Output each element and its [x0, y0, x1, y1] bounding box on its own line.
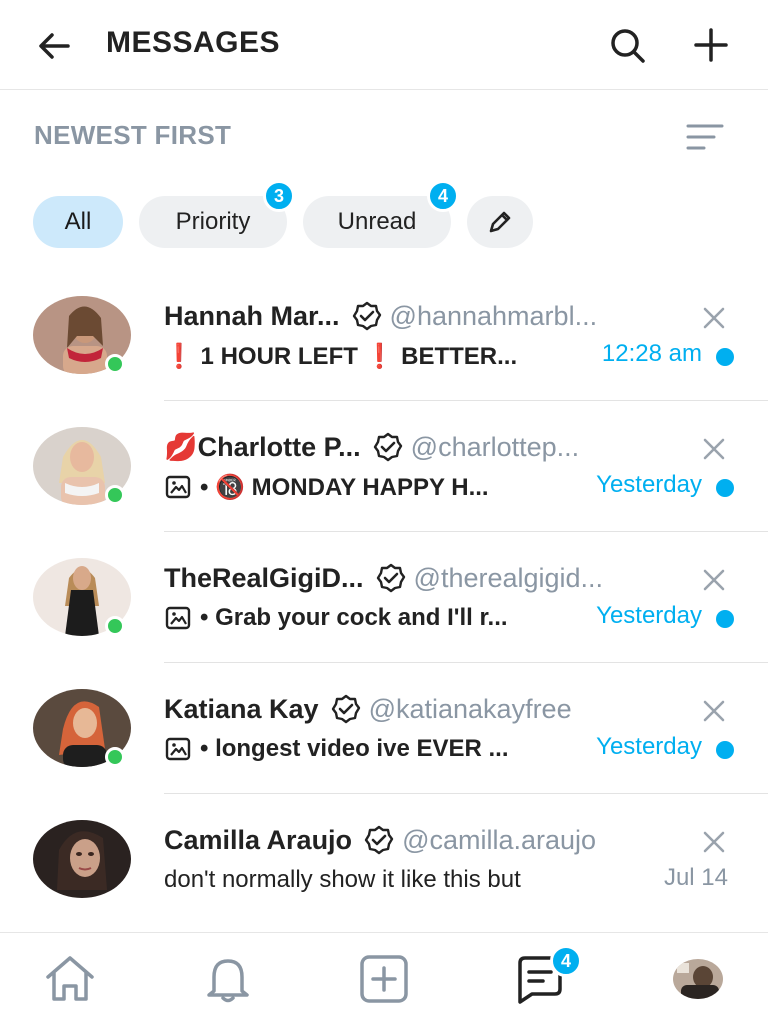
bell-icon[interactable] — [200, 953, 256, 1005]
message-preview: • 🔞 MONDAY HAPPY H... — [164, 471, 489, 503]
close-icon[interactable] — [700, 566, 728, 594]
unread-dot — [716, 479, 734, 497]
message-preview: don't normally show it like this but — [164, 864, 521, 896]
message-time: Yesterday — [596, 733, 702, 760]
contact-handle: @therealgigid... — [413, 562, 604, 593]
messages-tab[interactable]: 4 — [512, 945, 582, 1005]
message-preview: ❗ 1 HOUR LEFT ❗ BETTER... — [164, 340, 517, 372]
contact-name[interactable]: 💋Charlotte P... — [164, 431, 361, 463]
verified-badge-icon — [352, 301, 381, 331]
close-icon[interactable] — [700, 304, 728, 332]
messages-badge: 4 — [550, 945, 582, 977]
home-icon[interactable] — [42, 953, 98, 1005]
sort-label[interactable]: NEWEST FIRST — [34, 120, 231, 151]
edit-filters-button[interactable] — [467, 196, 533, 248]
message-time: 12:28 am — [601, 340, 702, 367]
message-preview: • longest video ive EVER ... — [164, 733, 508, 765]
close-icon[interactable] — [700, 435, 728, 463]
plus-icon[interactable] — [690, 24, 732, 66]
message-text: • longest video ive EVER ... — [200, 735, 509, 762]
conversation-row[interactable]: TheRealGigiD... @therealgigid... • Grab … — [0, 532, 768, 663]
filter-chips: All Priority 3 Unread 4 — [0, 180, 768, 254]
verified-badge-icon — [376, 563, 405, 593]
contact-handle: @katianakayfree — [368, 693, 572, 724]
contact-name[interactable]: TheRealGigiD... — [164, 563, 364, 594]
filter-chip-unread[interactable]: Unread 4 — [303, 180, 459, 248]
online-status-dot — [105, 485, 125, 505]
bottom-tab-bar: 4 — [0, 932, 768, 1024]
sort-bar: NEWEST FIRST — [0, 100, 768, 170]
verified-badge-icon — [373, 432, 402, 462]
verified-badge-icon — [364, 825, 394, 855]
message-text: ❗ 1 HOUR LEFT ❗ BETTER... — [164, 342, 518, 370]
message-text: • Grab your cock and I'll r... — [200, 604, 508, 631]
conversation-row[interactable]: 💋Charlotte P... @charlottep... • 🔞 MONDA… — [0, 401, 768, 532]
close-icon[interactable] — [700, 697, 728, 725]
contact-handle: @hannahmarbl... — [389, 300, 598, 331]
chip-label: Unread — [337, 208, 417, 235]
conversation-row[interactable]: Katiana Kay @katianakayfree • longest vi… — [0, 663, 768, 794]
pencil-icon — [489, 211, 511, 233]
page-title: MESSAGES — [106, 26, 281, 59]
avatar[interactable] — [33, 820, 131, 898]
message-time: Jul 14 — [663, 864, 728, 891]
contact-handle: @charlottep... — [410, 431, 580, 462]
filter-chip-all[interactable]: All — [33, 196, 123, 248]
count-badge: 3 — [263, 180, 295, 212]
add-post-icon[interactable] — [356, 953, 412, 1005]
contact-handle: @camilla.araujo — [402, 824, 597, 855]
chip-label: All — [64, 208, 92, 235]
image-icon — [165, 475, 191, 499]
sort-lines-icon[interactable] — [684, 120, 726, 154]
chip-label: Priority — [175, 208, 251, 235]
message-time: Yesterday — [596, 602, 702, 629]
image-icon — [165, 737, 191, 761]
message-text: • 🔞 MONDAY HAPPY H... — [200, 473, 489, 501]
contact-name[interactable]: Hannah Mar... — [164, 301, 340, 332]
unread-dot — [716, 610, 734, 628]
top-bar: MESSAGES — [0, 0, 768, 90]
message-preview: • Grab your cock and I'll r... — [164, 602, 508, 634]
contact-name[interactable]: Katiana Kay — [164, 694, 319, 725]
conversation-row[interactable]: Hannah Mar... @hannahmarbl... ❗ 1 HOUR L… — [0, 270, 768, 401]
arrow-left-icon[interactable] — [34, 26, 74, 66]
unread-dot — [716, 741, 734, 759]
message-time: Yesterday — [596, 471, 702, 498]
filter-chip-priority[interactable]: Priority 3 — [139, 180, 295, 248]
conversation-row[interactable]: Camilla Araujo @camilla.araujo don't nor… — [0, 794, 768, 925]
close-icon[interactable] — [700, 828, 728, 856]
contact-name[interactable]: Camilla Araujo — [164, 825, 352, 856]
online-status-dot — [105, 616, 125, 636]
verified-badge-icon — [331, 694, 360, 724]
image-icon — [165, 606, 191, 630]
unread-dot — [716, 348, 734, 366]
online-status-dot — [105, 747, 125, 767]
online-status-dot — [105, 354, 125, 374]
profile-avatar[interactable] — [673, 959, 723, 999]
count-badge: 4 — [427, 180, 459, 212]
message-text: don't normally show it like this but — [164, 866, 521, 893]
search-icon[interactable] — [606, 24, 648, 66]
